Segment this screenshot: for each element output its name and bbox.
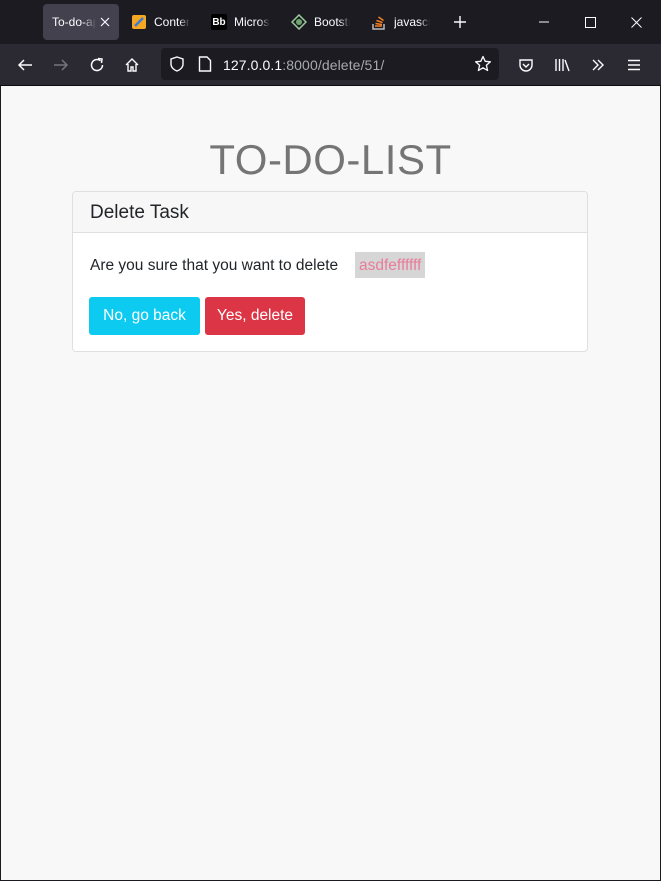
overflow-menu-button[interactable] xyxy=(585,52,611,78)
tab-label: To-do-app xyxy=(52,15,96,29)
tab-todo-app[interactable]: To-do-app xyxy=(43,4,119,40)
new-tab-button[interactable] xyxy=(450,12,470,32)
url-host: 127.0.0.1 xyxy=(223,57,283,73)
minimize-button[interactable] xyxy=(521,0,567,44)
chevron-double-right-icon xyxy=(592,59,604,71)
arrow-right-icon xyxy=(54,59,69,71)
plus-icon xyxy=(454,16,466,28)
tab-label: javascript xyxy=(394,15,430,29)
reload-button[interactable] xyxy=(84,52,110,78)
close-icon xyxy=(630,16,642,28)
bb-logo-icon: Bb xyxy=(211,14,227,30)
tab-bootstrap[interactable]: Bootstrap xyxy=(291,4,351,40)
library-icon xyxy=(555,59,570,72)
tab-content[interactable]: Content xyxy=(131,4,191,40)
stackoverflow-icon xyxy=(371,14,387,30)
task-name: asdfeffffff xyxy=(355,252,426,278)
tab-microsoft[interactable]: Bb Microsoft xyxy=(211,4,271,40)
globe-icon xyxy=(291,14,307,30)
arrow-left-icon xyxy=(17,59,32,71)
url-text[interactable]: 127.0.0.1:8000/delete/51/ xyxy=(223,57,384,73)
delete-task-card: Delete Task Are you sure that you want t… xyxy=(72,191,588,352)
go-back-button[interactable]: No, go back xyxy=(89,297,200,335)
confirm-delete-button[interactable]: Yes, delete xyxy=(205,297,305,335)
bookmark-star-icon[interactable] xyxy=(474,55,492,78)
home-button[interactable] xyxy=(119,52,145,78)
navigation-toolbar: 127.0.0.1:8000/delete/51/ xyxy=(0,44,661,86)
app-menu-button[interactable] xyxy=(621,52,647,78)
notebook-icon xyxy=(131,14,147,30)
minimize-icon xyxy=(539,21,549,23)
pocket-button[interactable] xyxy=(513,52,539,78)
bb-logo-text: Bb xyxy=(212,16,226,28)
tab-strip: To-do-app Content Bb Microsoft Bootstrap… xyxy=(0,0,661,44)
card-header: Delete Task xyxy=(73,192,587,233)
maximize-icon xyxy=(584,16,596,28)
reload-icon xyxy=(90,57,104,72)
close-window-button[interactable] xyxy=(613,0,659,44)
shield-icon[interactable] xyxy=(169,56,185,77)
hamburger-menu-icon xyxy=(628,59,640,71)
url-path: :8000/delete/51/ xyxy=(282,57,385,73)
tab-label: Bootstrap xyxy=(314,15,350,29)
page-icon[interactable] xyxy=(198,56,212,77)
close-icon[interactable] xyxy=(100,17,110,27)
home-icon xyxy=(125,58,139,72)
tab-javascript[interactable]: javascript xyxy=(371,4,431,40)
pocket-icon xyxy=(519,59,533,72)
page-content: TO-DO-LIST Delete Task Are you sure that… xyxy=(1,86,660,880)
back-button[interactable] xyxy=(12,52,38,78)
confirm-question: Are you sure that you want to delete xyxy=(90,257,339,274)
library-button[interactable] xyxy=(550,52,576,78)
tab-label: Microsoft xyxy=(234,15,270,29)
page-title: TO-DO-LIST xyxy=(209,136,452,183)
forward-button[interactable] xyxy=(48,52,74,78)
card-body: Are you sure that you want to delete asd… xyxy=(73,233,587,351)
tab-label: Content xyxy=(154,15,190,29)
maximize-button[interactable] xyxy=(567,0,613,44)
address-bar[interactable]: 127.0.0.1:8000/delete/51/ xyxy=(161,48,499,80)
